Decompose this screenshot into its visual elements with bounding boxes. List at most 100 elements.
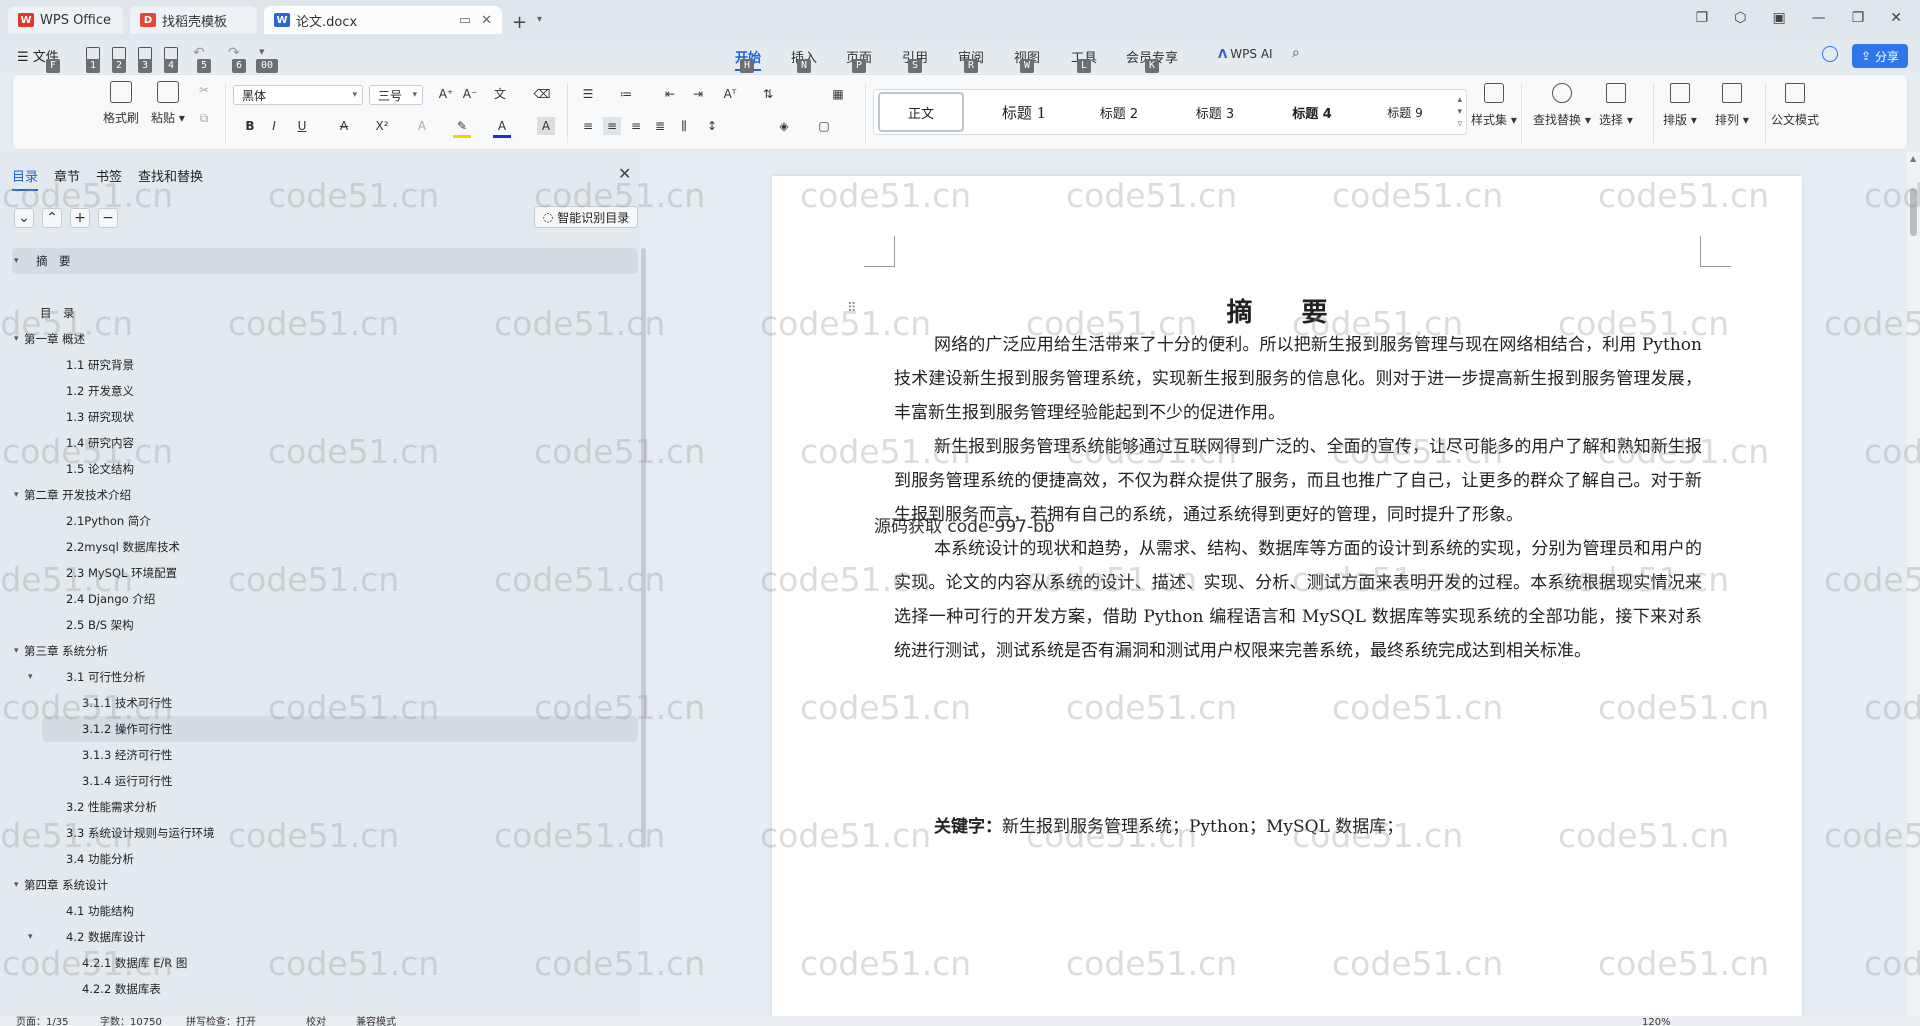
document-page[interactable]: ⠿ 摘 要 网络的广泛应用给生活带来了十分的便利。所以把新生报到服务管理与现在网… xyxy=(772,176,1802,1016)
shading-icon[interactable]: ◈ xyxy=(775,117,793,135)
tab-wps-office[interactable]: W WPS Office xyxy=(8,6,123,34)
toc-item[interactable] xyxy=(12,274,638,300)
toc-item[interactable]: 1.4 研究内容 xyxy=(12,430,638,456)
zoom-level[interactable]: 120% xyxy=(1642,1016,1671,1026)
chevron-down-icon[interactable]: ▾ xyxy=(259,45,265,58)
tab-find-replace[interactable]: 查找和替换 xyxy=(138,166,203,191)
style-heading-2[interactable]: 标题 2 xyxy=(1074,92,1164,132)
toc-item[interactable]: 2.5 B/S 架构 xyxy=(12,612,638,638)
paste-button[interactable]: 粘贴 ▾ xyxy=(151,81,185,126)
toc-item[interactable]: 2.1Python 简介 xyxy=(12,508,638,534)
expand-up-icon[interactable]: ⌃ xyxy=(42,208,62,228)
toc-item[interactable]: 3.1.4 运行可行性 xyxy=(12,768,638,794)
cut-icon[interactable]: ✂ xyxy=(195,81,213,99)
line-spacing-icon[interactable]: ↕ xyxy=(703,117,721,135)
toc-item[interactable]: 4.2.1 数据库 E/R 图 xyxy=(12,950,638,976)
toc-item[interactable]: ▾ 第二章 开发技术介绍 xyxy=(12,482,638,508)
tab-docer-templates[interactable]: D 找稻壳模板 xyxy=(130,6,257,34)
tab-toc[interactable]: 目录 xyxy=(12,166,38,191)
align-left-icon[interactable]: ≡ xyxy=(579,117,597,135)
style-heading-4[interactable]: 标题 4 xyxy=(1266,92,1358,132)
page-count[interactable]: 页面：1/35 xyxy=(16,1016,68,1026)
highlight-icon[interactable]: ✎ xyxy=(453,117,471,138)
toc-item[interactable]: 4.1 功能结构 xyxy=(12,898,638,924)
wps-ai-button[interactable]: Ʌ WPS AI xyxy=(1218,47,1273,61)
chevron-down-icon[interactable]: ▾ xyxy=(537,14,542,25)
align-right-icon[interactable]: ≡ xyxy=(627,117,645,135)
font-size-select[interactable]: 三号 ▾ xyxy=(369,85,423,105)
tile-icon[interactable]: ❐ xyxy=(1696,10,1709,26)
clear-format-icon[interactable]: ⌫ xyxy=(533,85,551,103)
close-window-icon[interactable]: ✕ xyxy=(1890,10,1902,26)
gallery-scroll-icon[interactable]: ▴ ▾ ▿ xyxy=(1457,94,1462,130)
layout-button[interactable]: 排版 ▾ xyxy=(1663,83,1697,128)
toc-item[interactable]: 3.3 系统设计规则与运行环境 xyxy=(12,820,638,846)
superscript-icon[interactable]: X² xyxy=(373,117,391,135)
toc-item[interactable]: 目 录 xyxy=(12,300,638,326)
toc-item[interactable]: ▾ 第三章 系统分析 xyxy=(12,638,638,664)
proofread[interactable]: 校对 xyxy=(306,1016,326,1026)
numbered-list-icon[interactable]: ≔ xyxy=(617,85,635,103)
style-normal[interactable]: 正文 xyxy=(878,92,964,132)
select-button[interactable]: 选择 ▾ xyxy=(1599,83,1633,128)
expand-arrow-icon[interactable]: ▾ xyxy=(14,482,19,508)
font-name-select[interactable]: 黑体 ▾ xyxy=(233,85,363,105)
expand-arrow-icon[interactable]: ▾ xyxy=(28,924,33,950)
tab-chapters[interactable]: 章节 xyxy=(54,166,80,191)
tab-document[interactable]: W 论文.docx ▭ ✕ xyxy=(264,6,502,34)
avatar[interactable]: ▣ xyxy=(1772,10,1785,26)
scroll-up-icon[interactable]: ▲ xyxy=(1910,154,1916,163)
new-tab-button[interactable]: + xyxy=(512,12,527,33)
toc-item[interactable]: 1.1 研究背景 xyxy=(12,352,638,378)
toc-item[interactable]: 4.2.2 数据库表 xyxy=(12,976,638,1002)
close-icon[interactable]: ✕ xyxy=(618,164,631,183)
smart-toc-button[interactable]: ◌ 智能识别目录 xyxy=(534,206,638,228)
toc-item[interactable]: ▾ 第四章 系统设计 xyxy=(12,872,638,898)
underline-icon[interactable]: U xyxy=(293,117,311,135)
collapse-all-icon[interactable]: ⌄ xyxy=(14,208,34,228)
remove-icon[interactable]: − xyxy=(98,208,118,228)
toc-item[interactable]: 2.2mysql 数据库技术 xyxy=(12,534,638,560)
strikethrough-icon[interactable]: A xyxy=(335,117,353,135)
search-icon[interactable]: ⌕ xyxy=(1292,45,1300,61)
minimize-icon[interactable]: — xyxy=(1812,10,1826,26)
expand-arrow-icon[interactable]: ▾ xyxy=(14,248,19,274)
cloud-sync-icon[interactable] xyxy=(1822,46,1838,62)
copy-icon[interactable]: ⧉ xyxy=(195,109,213,127)
expand-arrow-icon[interactable]: ▾ xyxy=(14,638,19,664)
toc-item[interactable]: 1.5 论文结构 xyxy=(12,456,638,482)
sort-icon[interactable]: ⇅ xyxy=(759,85,777,103)
toc-item[interactable]: ▾ 第一章 概述 xyxy=(12,326,638,352)
toc-item[interactable]: ▾ 3.1 可行性分析 xyxy=(12,664,638,690)
official-mode-button[interactable]: 公文模式 xyxy=(1771,83,1819,128)
style-heading-1[interactable]: 标题 1 xyxy=(974,92,1074,132)
tab-bookmarks[interactable]: 书签 xyxy=(96,166,122,191)
toc-item[interactable]: 2.3 MySQL 环境配置 xyxy=(12,560,638,586)
toc-item[interactable]: 3.4 功能分析 xyxy=(12,846,638,872)
toc-item[interactable]: 1.2 开发意义 xyxy=(12,378,638,404)
expand-arrow-icon[interactable]: ▾ xyxy=(14,872,19,898)
align-center-icon[interactable]: ≡ xyxy=(603,117,621,135)
find-replace-button[interactable]: 查找替换 ▾ xyxy=(1533,83,1591,128)
distribute-icon[interactable]: ⫼ xyxy=(675,117,693,135)
cube-icon[interactable]: ⬡ xyxy=(1734,10,1746,26)
restore-tab-icon[interactable]: ▭ xyxy=(459,13,471,28)
toc-item[interactable]: 3.1.3 经济可行性 xyxy=(12,742,638,768)
font-color-icon[interactable]: A xyxy=(493,117,511,138)
style-set-button[interactable]: 样式集 ▾ xyxy=(1471,83,1517,128)
bullet-list-icon[interactable]: ☰ xyxy=(579,85,597,103)
shrink-font-icon[interactable]: A⁻ xyxy=(461,85,479,103)
toc-item[interactable]: 3.1.2 操作可行性 xyxy=(42,716,638,742)
toc-item[interactable]: ▾ 摘 要 xyxy=(12,248,638,274)
share-button[interactable]: ⇪ 分享 xyxy=(1852,44,1908,68)
expand-arrow-icon[interactable]: ▾ xyxy=(28,664,33,690)
italic-icon[interactable]: I xyxy=(265,117,283,135)
style-heading-9[interactable]: 标题 9 xyxy=(1360,92,1450,132)
grow-font-icon[interactable]: A⁺ xyxy=(437,85,455,103)
scroll-thumb[interactable] xyxy=(1910,188,1917,236)
spell-check[interactable]: 拼写检查：打开 xyxy=(186,1016,256,1026)
justify-icon[interactable]: ≣ xyxy=(651,117,669,135)
char-shading-icon[interactable]: A xyxy=(537,117,555,135)
style-heading-3[interactable]: 标题 3 xyxy=(1170,92,1260,132)
maximize-icon[interactable]: ❐ xyxy=(1852,10,1865,26)
